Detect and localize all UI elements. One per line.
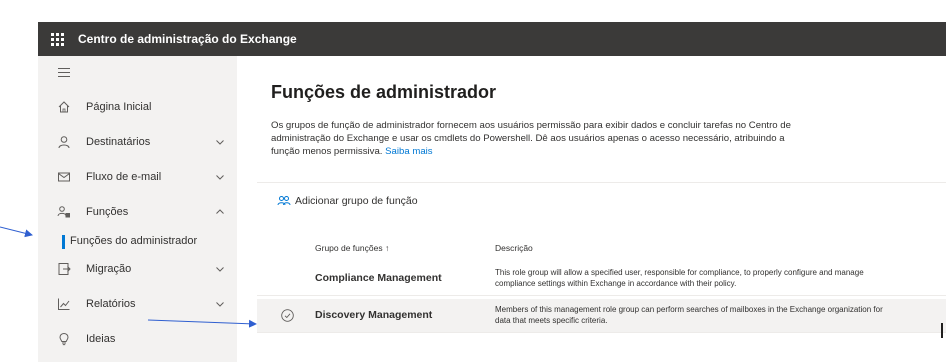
main-content: Funções de administrador Os grupos de fu… bbox=[237, 56, 946, 362]
app-title[interactable]: Centro de administração do Exchange bbox=[78, 32, 297, 46]
text-cursor bbox=[941, 323, 943, 338]
selected-indicator bbox=[62, 235, 65, 249]
chevron-down-icon bbox=[216, 267, 224, 272]
mail-icon bbox=[58, 172, 70, 182]
nav-item-ideas[interactable]: Ideias bbox=[38, 328, 237, 352]
role-group-name[interactable]: Compliance Management bbox=[315, 272, 442, 284]
chevron-down-icon bbox=[216, 175, 224, 180]
row-check-icon[interactable] bbox=[281, 309, 294, 322]
table-header: Grupo de funções ↑ Descrição bbox=[257, 238, 946, 258]
add-button-label: Adicionar grupo de função bbox=[295, 195, 418, 207]
add-role-group-button[interactable]: Adicionar grupo de função bbox=[277, 193, 418, 209]
nav-label: Relatórios bbox=[86, 298, 136, 310]
nav-label: Migração bbox=[86, 263, 132, 275]
role-group-name[interactable]: Discovery Management bbox=[315, 309, 432, 321]
chart-icon bbox=[58, 298, 70, 310]
column-header-group[interactable]: Grupo de funções ↑ bbox=[315, 243, 389, 253]
nav-label: Funções bbox=[86, 206, 129, 218]
role-group-description: This role group will allow a specified u… bbox=[495, 268, 864, 288]
nav-item-recipients[interactable]: Destinatários bbox=[38, 131, 237, 155]
sort-ascending-icon: ↑ bbox=[384, 243, 390, 253]
nav-item-reports[interactable]: Relatórios bbox=[38, 293, 237, 317]
nav-label: Destinatários bbox=[86, 136, 151, 148]
home-icon bbox=[58, 101, 70, 113]
column-header-label: Grupo de funções bbox=[315, 243, 383, 253]
chevron-down-icon bbox=[216, 302, 224, 307]
page-description: Os grupos de função de administrador for… bbox=[271, 119, 791, 158]
lightbulb-icon bbox=[59, 332, 69, 346]
nav-label: Página Inicial bbox=[86, 101, 152, 113]
table-row[interactable]: Discovery Management Members of this man… bbox=[257, 299, 946, 333]
hamburger-icon[interactable] bbox=[58, 68, 70, 80]
nav-label: Ideias bbox=[86, 333, 116, 345]
nav-item-roles[interactable]: Funções bbox=[38, 201, 237, 225]
chevron-down-icon bbox=[216, 140, 224, 145]
exchange-admin-screenshot: Centro de administração do Exchange Pági… bbox=[0, 0, 946, 362]
roles-icon bbox=[57, 206, 70, 218]
nav-item-admin-roles[interactable]: Funções do administrador bbox=[38, 230, 237, 254]
sidebar-nav: Página Inicial Destinatários Fluxo de e-… bbox=[38, 56, 237, 362]
divider bbox=[257, 182, 946, 183]
add-group-icon bbox=[277, 196, 291, 206]
learn-more-link[interactable]: Saiba mais bbox=[385, 146, 432, 157]
column-header-description[interactable]: Descrição bbox=[495, 243, 533, 253]
chevron-up-icon bbox=[216, 209, 224, 214]
nav-item-home[interactable]: Página Inicial bbox=[38, 96, 237, 120]
migration-icon bbox=[58, 263, 71, 275]
nav-label: Funções do administrador bbox=[70, 235, 198, 247]
nav-item-mail-flow[interactable]: Fluxo de e-mail bbox=[38, 166, 237, 190]
role-group-description: Members of this management role group ca… bbox=[495, 305, 883, 325]
top-bar: Centro de administração do Exchange bbox=[38, 22, 946, 56]
annotation-arrow bbox=[0, 226, 33, 238]
description-text: Os grupos de função de administrador for… bbox=[271, 120, 791, 157]
nav-label: Fluxo de e-mail bbox=[86, 171, 162, 183]
app-launcher-icon[interactable] bbox=[38, 22, 76, 56]
table-row[interactable]: Compliance Management This role group wi… bbox=[257, 262, 946, 296]
person-icon bbox=[58, 136, 70, 149]
page-title: Funções de administrador bbox=[271, 82, 497, 102]
nav-item-migration[interactable]: Migração bbox=[38, 258, 237, 282]
